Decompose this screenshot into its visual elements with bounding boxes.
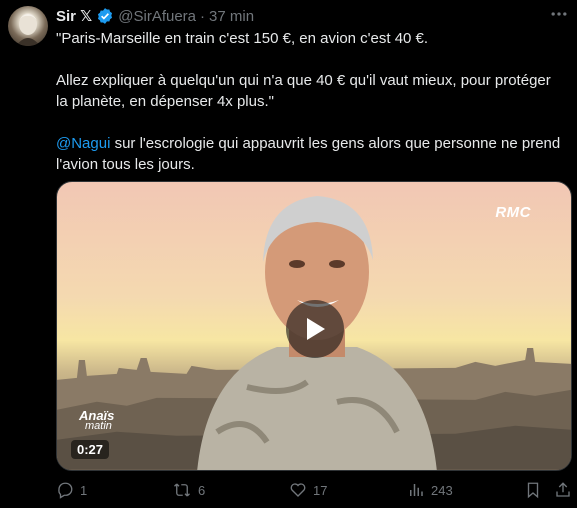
tweet-timestamp[interactable]: 37 min (209, 8, 254, 25)
tweet-actions: 1 6 17 243 (56, 481, 572, 505)
like-count: 17 (313, 482, 328, 498)
bookmark-icon (527, 482, 539, 499)
share-button[interactable] (554, 481, 577, 499)
bookmark-button[interactable] (524, 481, 548, 499)
more-icon[interactable] (549, 4, 569, 29)
show-logo-line2: matin (85, 420, 112, 432)
play-icon (307, 318, 325, 340)
tweet-text-para2: Allez expliquer à quelqu'un qui n'a que … (56, 72, 555, 110)
separator-dot: · (200, 7, 206, 25)
show-logo: Anaïs matin (79, 409, 114, 432)
repost-count: 6 (198, 482, 206, 498)
views-icon (410, 484, 423, 496)
tweet-text: "Paris-Marseille en train c'est 150 €, e… (56, 28, 563, 175)
video-duration: 0:27 (71, 440, 110, 459)
verified-badge-icon (96, 7, 114, 25)
reply-button[interactable]: 1 (56, 481, 87, 499)
tweet-text-line1: "Paris-Marseille en train c'est 150 €, e… (56, 30, 429, 47)
like-button[interactable]: 17 (289, 481, 327, 499)
reply-count: 1 (80, 482, 88, 498)
reply-icon (58, 482, 73, 499)
repost-icon (174, 483, 190, 497)
like-icon (290, 483, 306, 497)
author-handle[interactable]: @SirAfuera (118, 8, 196, 25)
mention-link[interactable]: @Nagui (56, 135, 110, 152)
tweet-header: Sir 𝕏 @SirAfuera · 37 min (56, 6, 569, 26)
share-icon (556, 482, 570, 497)
play-button[interactable] (286, 300, 344, 358)
video-player[interactable]: RMC Anaïs matin 0:27 (56, 181, 572, 471)
rmc-logo: RMC (495, 204, 531, 221)
author-avatar[interactable] (8, 6, 48, 46)
views-button[interactable]: 243 (407, 481, 453, 499)
views-count: 243 (431, 482, 453, 498)
repost-button[interactable]: 6 (172, 481, 205, 499)
tweet-text-para3: sur l'escrologie qui appauvrit les gens … (56, 135, 565, 173)
author-name[interactable]: Sir 𝕏 (56, 7, 92, 25)
